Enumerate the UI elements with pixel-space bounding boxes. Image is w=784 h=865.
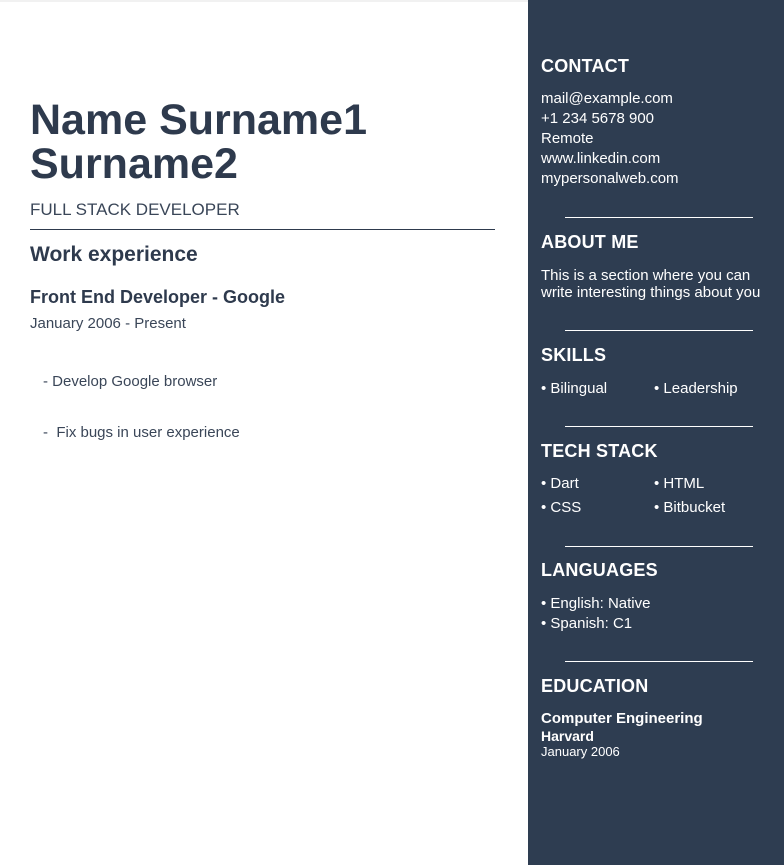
tech-item: • Dart [541, 475, 579, 492]
name-line-1: Name Surname1 [30, 96, 367, 144]
about-title: ABOUT ME [541, 232, 639, 252]
job-role: FULL STACK DEVELOPER [30, 200, 240, 219]
sidebar-divider [565, 330, 753, 331]
contact-title: CONTACT [541, 56, 630, 76]
language-item: • English: Native [541, 595, 651, 612]
job-title: Front End Developer - Google [30, 287, 286, 307]
contact-website: mypersonalweb.com [541, 170, 679, 187]
contact-phone: +1 234 5678 900 [541, 110, 655, 127]
sidebar-divider [565, 546, 753, 547]
language-item: • Spanish: C1 [541, 615, 633, 632]
tech-item: • Bitbucket [654, 499, 726, 516]
contact-location: Remote [541, 130, 594, 147]
tech-item: • CSS [541, 499, 582, 516]
education-title: EDUCATION [541, 676, 649, 696]
about-line: This is a section where you can [541, 267, 751, 284]
name-line-2: Surname2 [30, 140, 238, 188]
sidebar-divider [565, 661, 753, 662]
job-dates: January 2006 - Present [30, 315, 186, 332]
skill-item: • Leadership [654, 380, 738, 397]
job-bullet: - Develop Google browser [43, 373, 218, 390]
tech-item: • HTML [654, 475, 705, 492]
job-bullets: - Develop Google browser - Fix bugs in u… [43, 339, 240, 475]
about-line: write interesting things about you [541, 284, 761, 301]
tech-stack-title: TECH STACK [541, 441, 658, 461]
education-degree: Computer Engineering [541, 710, 703, 727]
skills-title: SKILLS [541, 345, 607, 365]
contact-email: mail@example.com [541, 90, 673, 107]
work-experience-title: Work experience [30, 243, 198, 266]
job-bullet: - Fix bugs in user experience [43, 424, 240, 441]
contact-list: mail@example.com +1 234 5678 900 Remote … [541, 89, 679, 189]
header-divider [30, 229, 495, 230]
sidebar-divider [565, 217, 753, 218]
skill-item: • Bilingual [541, 380, 608, 397]
sidebar-divider [565, 426, 753, 427]
about-text: This is a section where you can write in… [541, 267, 781, 301]
languages-list: • English: Native • Spanish: C1 [541, 594, 650, 634]
education-school: Harvard [541, 728, 594, 744]
sidebar: CONTACT mail@example.com +1 234 5678 900… [528, 0, 784, 865]
languages-title: LANGUAGES [541, 560, 658, 580]
person-name: Name Surname1 Surname2 [30, 98, 500, 186]
contact-linkedin: www.linkedin.com [541, 150, 661, 167]
education-date: January 2006 [541, 744, 620, 759]
main-column: Name Surname1 Surname2 FULL STACK DEVELO… [0, 0, 528, 865]
